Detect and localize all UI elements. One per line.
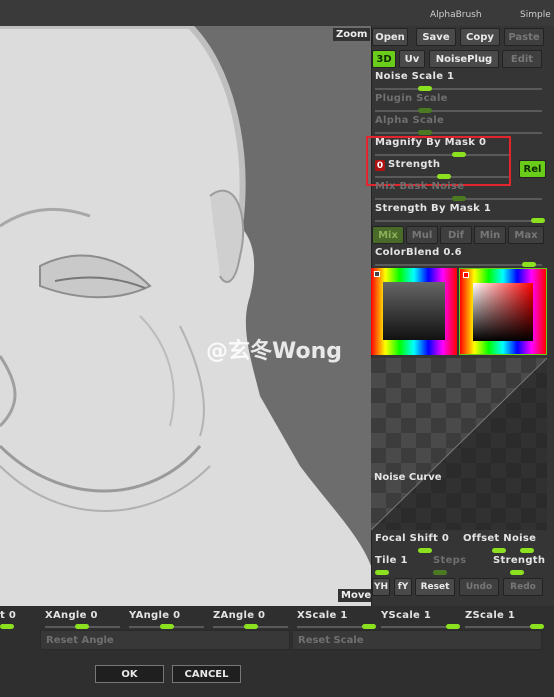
noise-curve-editor[interactable]: Noise Curve [371,358,547,530]
zscale-label: ZScale 1 [465,610,516,621]
xangle-slider[interactable] [75,624,89,629]
reset-scale-button[interactable]: Reset Scale [292,630,542,650]
strength2-slider[interactable] [510,570,524,575]
edit-button[interactable]: Edit [502,50,542,68]
xangle-label: XAngle 0 [45,610,98,621]
uv-button[interactable]: Uv [399,50,425,68]
paste-button[interactable]: Paste [504,28,544,46]
color-swatch-dark[interactable] [383,282,445,340]
mul-button[interactable]: Mul [406,226,438,244]
xscale-slider[interactable] [362,624,376,629]
noiseplug-button[interactable]: NoisePlug [429,50,499,68]
alpha-scale-slider[interactable] [418,130,432,135]
mix-button[interactable]: Mix [372,226,404,244]
t-slider[interactable] [0,624,14,629]
copy-button[interactable]: Copy [460,28,500,46]
noise-scale-label: Noise Scale 1 [375,71,455,82]
color-swatch-red[interactable] [473,283,533,341]
watermark-text: @玄冬Wong [206,339,343,364]
xscale-label: XScale 1 [297,610,348,621]
redo-button[interactable]: Redo [503,578,543,596]
plugin-scale-slider[interactable] [418,108,432,113]
tile-label: Tile 1 [375,555,408,566]
colorblend-slider[interactable] [522,262,536,267]
mix-bask-noise-label: Mix Bask Noise [375,181,465,192]
strength-by-mask-label: Strength By Mask 1 [375,203,492,214]
xscale-track[interactable] [297,626,372,628]
plugin-scale-label: Plugin Scale [375,93,448,104]
colorblend-label: ColorBlend 0.6 [375,247,462,258]
t-label: t 0 [0,610,17,621]
cancel-button[interactable]: CANCEL [172,665,241,683]
top-strip: AlphaBrush Simple [0,0,554,26]
undo-button[interactable]: Undo [459,578,499,596]
3d-button[interactable]: 3D [372,50,396,68]
max-button[interactable]: Max [508,226,544,244]
zangle-slider[interactable] [244,624,258,629]
zscale-track[interactable] [465,626,540,628]
color-picker-1[interactable] [371,268,457,355]
sculpt-face-render [0,26,371,606]
rel-button[interactable]: Rel [519,160,546,178]
dif-button[interactable]: Dif [440,226,472,244]
min-button[interactable]: Min [474,226,506,244]
move-label[interactable]: Move [338,589,371,602]
noise-scale-track[interactable] [375,88,542,90]
tile-slider[interactable] [375,570,389,575]
alpha-scale-track[interactable] [375,132,542,134]
offset-noise-slider-1[interactable] [492,548,506,553]
focal-shift-slider[interactable] [418,548,432,553]
save-button[interactable]: Save [416,28,456,46]
color-marker-1[interactable] [374,271,380,277]
steps-label: Steps [433,555,467,566]
color-marker-2[interactable] [463,272,469,278]
ok-button[interactable]: OK [95,665,164,683]
alpha-brush-label[interactable]: AlphaBrush [430,10,482,20]
curve-overlay [371,358,547,530]
strength-by-mask-slider[interactable] [531,218,545,223]
colorblend-track[interactable] [375,264,542,266]
zoom-label[interactable]: Zoom [333,28,371,41]
color-picker-2[interactable] [459,268,547,355]
alpha-scale-label: Alpha Scale [375,115,445,126]
reset-angle-button[interactable]: Reset Angle [40,630,290,650]
yangle-label: YAngle 0 [129,610,181,621]
yangle-slider[interactable] [160,624,174,629]
yscale-track[interactable] [381,626,456,628]
focal-shift-label: Focal Shift 0 [375,533,450,544]
mix-bask-noise-slider[interactable] [452,196,466,201]
zangle-label: ZAngle 0 [213,610,266,621]
highlight-box [366,136,511,186]
offset-noise-slider-2[interactable] [520,548,534,553]
strength2-label: Strength [493,555,546,566]
strength-by-mask-track[interactable] [375,220,542,222]
yscale-label: YScale 1 [381,610,432,621]
reset-curve-button[interactable]: Reset [415,578,455,596]
yscale-slider[interactable] [446,624,460,629]
fy-button[interactable]: fY [394,578,412,596]
viewport[interactable]: Zoom Move [0,26,371,606]
offset-noise-label: Offset Noise [463,533,537,544]
yh-button[interactable]: YH [372,578,390,596]
steps-slider[interactable] [433,570,447,575]
zscale-slider[interactable] [530,624,544,629]
simple-brush-label[interactable]: Simple [520,10,551,20]
noise-curve-label: Noise Curve [374,472,442,483]
open-button[interactable]: Open [372,28,408,46]
plugin-scale-track[interactable] [375,110,542,112]
noise-scale-slider[interactable] [418,86,432,91]
